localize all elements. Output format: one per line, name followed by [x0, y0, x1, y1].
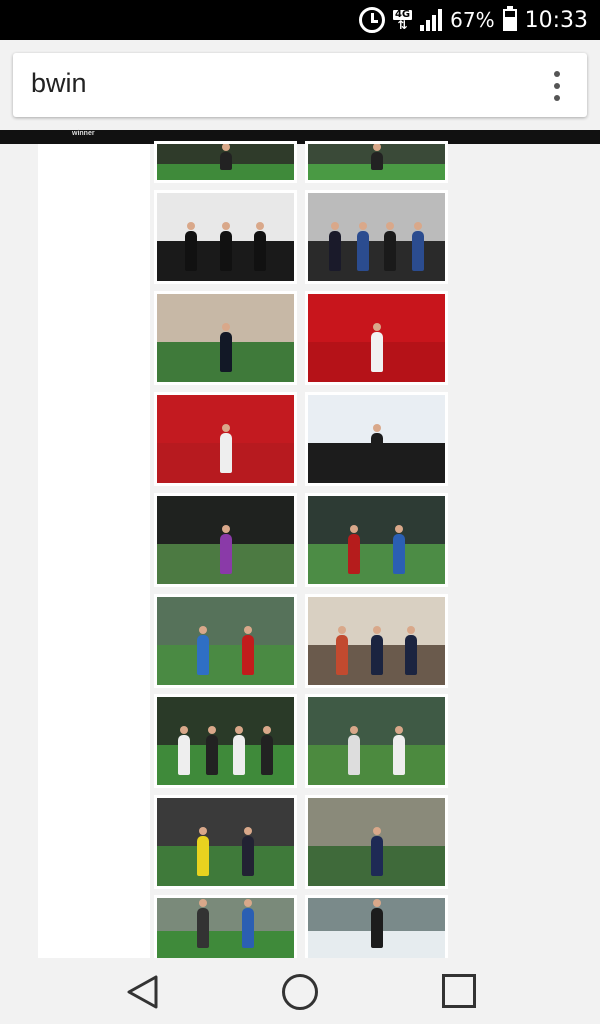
photo-subject: [233, 726, 245, 775]
page-left-margin: [38, 144, 150, 958]
gallery-photo[interactable]: [305, 190, 448, 284]
photo-subject: [348, 726, 360, 775]
browser-toolbar: bwin: [0, 40, 600, 130]
photo-subject: [412, 222, 424, 271]
status-icons: 4G ⇅ 67% 10:33: [358, 0, 588, 40]
gallery-photo[interactable]: [154, 493, 297, 587]
more-vert-icon[interactable]: [553, 71, 561, 101]
url-bar[interactable]: bwin: [13, 53, 587, 117]
photo-subject: [242, 899, 254, 948]
photo-subject: [371, 899, 383, 948]
photo-subject: [220, 323, 232, 372]
gallery-photo[interactable]: [305, 895, 448, 961]
clock: 10:33: [524, 7, 588, 33]
gallery-photo[interactable]: [305, 694, 448, 788]
data-arrows-icon: ⇅: [397, 18, 408, 32]
photo-subject: [371, 626, 383, 675]
gallery-photo[interactable]: [154, 291, 297, 385]
photo-subject: [197, 899, 209, 948]
battery-percent: 67%: [450, 8, 495, 32]
photo-subject: [220, 525, 232, 574]
recents-square-icon[interactable]: [442, 974, 476, 1008]
gallery-photo[interactable]: [154, 141, 297, 183]
photo-subject: [329, 222, 341, 271]
gallery-photo[interactable]: [305, 594, 448, 688]
gallery-photo[interactable]: [154, 795, 297, 889]
gallery-photo[interactable]: [154, 594, 297, 688]
photo-subject: [393, 726, 405, 775]
photo-subject: [242, 827, 254, 876]
photo-subject: [206, 726, 218, 775]
system-nav-bar: [0, 958, 600, 1024]
photo-subject: [384, 222, 396, 271]
photo-subject: [348, 525, 360, 574]
photo-subject: [242, 626, 254, 675]
site-header: winner: [0, 130, 600, 144]
alarm-icon: [358, 7, 385, 33]
gallery-photo[interactable]: [305, 795, 448, 889]
photo-subject: [371, 323, 383, 372]
photo-subject: [357, 222, 369, 271]
gallery-photo[interactable]: [305, 291, 448, 385]
battery-icon: [502, 6, 517, 31]
photo-subject: [220, 424, 232, 473]
photo-subject: [185, 222, 197, 271]
status-bar: 4G ⇅ 67% 10:33: [0, 0, 600, 40]
photo-subject: [220, 144, 232, 170]
signal-icon: [420, 9, 443, 31]
gallery-photo[interactable]: [154, 895, 297, 961]
photo-subject: [371, 827, 383, 876]
photo-subject: [254, 222, 266, 271]
page-right-margin: [450, 144, 562, 958]
network-4g-icon: 4G ⇅: [392, 10, 413, 32]
photo-subject: [336, 626, 348, 675]
photo-subject: [197, 827, 209, 876]
photo-subject: [371, 144, 383, 170]
gallery-photo[interactable]: [154, 190, 297, 284]
photo-subject: [393, 525, 405, 574]
photo-subject: [178, 726, 190, 775]
photo-subject: [220, 222, 232, 271]
gallery-photo[interactable]: [305, 141, 448, 183]
home-circle-icon[interactable]: [282, 974, 318, 1010]
photo-subject: [197, 626, 209, 675]
photo-subject: [371, 424, 383, 473]
photo-subject: [405, 626, 417, 675]
gallery-photo[interactable]: [154, 694, 297, 788]
url-text[interactable]: bwin: [31, 68, 87, 99]
gallery-photo[interactable]: [154, 392, 297, 486]
photo-subject: [261, 726, 273, 775]
gallery-photo[interactable]: [305, 493, 448, 587]
site-wordmark: winner: [72, 130, 95, 137]
back-triangle-icon[interactable]: [126, 974, 160, 1010]
gallery-photo[interactable]: [305, 392, 448, 486]
